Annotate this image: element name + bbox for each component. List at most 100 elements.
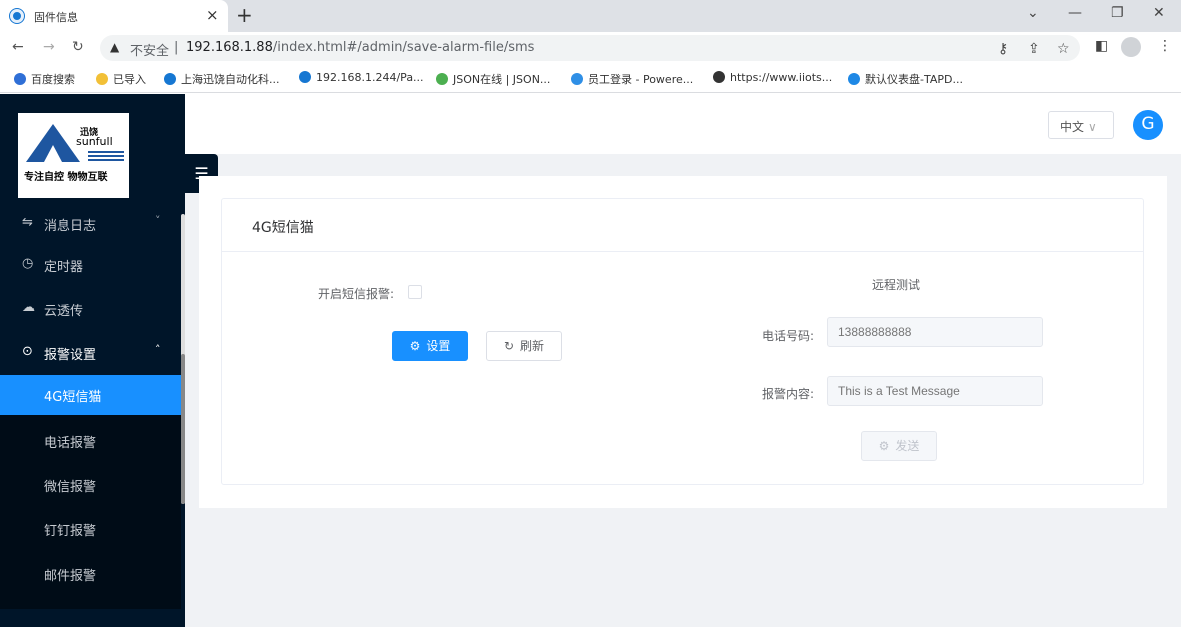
user-avatar[interactable]: G [1133,110,1163,140]
security-label[interactable]: 不安全 [130,40,169,59]
bookmark-label: JSON在线 | JSON... [453,73,551,86]
star-icon[interactable]: ☆ [1057,41,1070,57]
bookmark-label: 192.168.1.244/Pa... [316,71,424,84]
key-icon[interactable]: ⚷ [998,41,1008,57]
sidebar-item-label: 钉钉报警 [44,524,97,539]
sidebar-item-label: 云透传 [44,304,84,319]
back-arrow-icon[interactable]: ← [12,39,24,55]
bookmark-label: 百度搜索 [31,73,75,86]
tab-close-icon[interactable]: × [206,6,219,24]
minimize-button[interactable]: — [1068,5,1082,21]
refresh-button[interactable]: ↻ 刷新 [486,331,562,361]
refresh-button-label: 刷新 [520,339,545,353]
logo-triangle-inner [44,145,62,162]
chat-icon: ⊙ [22,344,33,359]
bookmark-favicon-icon [164,73,176,85]
sidebar-item-label: 电话报警 [44,436,97,451]
sidebar-item-message-log[interactable]: ⇋ 消息日志 ˅ [0,202,181,246]
remote-test-title: 远程测试 [872,278,921,292]
bookmark-favicon-icon [299,71,311,83]
url-text[interactable]: 192.168.1.88/index.html#/admin/save-alar… [186,40,534,55]
swap-icon: ⇋ [22,215,33,230]
bookmark-label: 上海迅饶自动化科... [181,73,280,86]
site-favicon-icon [10,9,24,23]
bookmark-item[interactable]: 员工登录 - Powere... [571,71,693,87]
bookmark-item[interactable]: 默认仪表盘-TAPD... [848,71,963,87]
card-header: 4G短信猫 [222,199,1143,252]
card-title: 4G短信猫 [252,220,314,236]
sidebar-item-label: 邮件报警 [44,569,97,584]
logo-stripes [88,151,124,163]
content-label: 报警内容: [762,387,815,401]
tab-search-icon[interactable]: ⌄ [1027,5,1039,21]
chevron-down-icon: ∨ [1088,120,1097,134]
enable-sms-label: 开启短信报警: [318,287,395,301]
bookmark-favicon-icon [436,73,448,85]
gear-icon: ⚙ [878,439,890,453]
new-tab-button[interactable]: + [236,3,253,27]
send-button[interactable]: ⚙ 发送 [861,431,937,461]
chevron-down-icon: ˅ [155,214,161,227]
top-header: 中文 ∨ G [185,94,1181,154]
chevron-up-icon: ˄ [155,343,161,356]
bookmark-item[interactable]: 192.168.1.244/Pa... [299,71,424,84]
sidebar-item-alarm-settings[interactable]: ⊙ 报警设置 ˄ [0,331,181,375]
bookmark-item[interactable]: JSON在线 | JSON... [436,71,550,87]
company-logo: 迅饶 sunfull 专注自控 物物互联 [18,113,129,198]
sidebar-item-phone-alarm[interactable]: 电话报警 [0,419,181,463]
warning-icon: ▲ [110,40,120,54]
sidebar-item-label: 定时器 [44,260,84,275]
send-button-label: 发送 [895,439,920,453]
bookmark-item[interactable]: 上海迅饶自动化科... [164,71,280,87]
refresh-icon: ↻ [503,339,515,353]
sidebar-item-cloud-passthrough[interactable]: ☁ 云透传 [0,287,181,331]
phone-input[interactable] [827,317,1043,347]
sidebar-item-label: 微信报警 [44,480,97,495]
profile-icon[interactable] [1121,37,1141,57]
browser-toolbar: ← → ↻ ▲ 不安全 | 192.168.1.88/index.html#/a… [0,32,1181,63]
url-path: /index.html#/admin/save-alarm-file/sms [272,40,535,55]
sidebar-item-wechat-alarm[interactable]: 微信报警 [0,463,181,507]
bookmark-item[interactable]: https://www.iiots... [713,71,832,84]
enable-sms-checkbox[interactable] [408,285,422,299]
settings-button[interactable]: ⚙ 设置 [392,331,468,361]
bookmark-item[interactable]: 已导入 [96,71,146,87]
close-window-button[interactable]: ✕ [1153,5,1165,21]
bookmark-favicon-icon [14,73,26,85]
bookmark-item[interactable]: 百度搜索 [14,71,75,87]
sidebar-item-timer[interactable]: ◷ 定时器 [0,243,181,287]
forward-arrow-icon[interactable]: → [43,39,55,55]
menu-dots-icon[interactable]: ⋮ [1158,38,1172,54]
share-icon[interactable]: ⇪ [1028,41,1040,57]
bookmark-favicon-icon [571,73,583,85]
bookmark-favicon-icon [713,71,725,83]
sidebar-item-label: 报警设置 [44,348,97,363]
browser-tab[interactable]: 固件信息 × [0,0,228,32]
restore-button[interactable]: ❐ [1111,5,1124,21]
gear-icon: ⚙ [409,339,421,353]
alarm-content-input[interactable] [827,376,1043,406]
reload-icon[interactable]: ↻ [72,39,84,55]
bookmark-label: 默认仪表盘-TAPD... [865,73,963,86]
language-value: 中文 [1060,120,1085,134]
clock-icon: ◷ [22,256,34,271]
sidebar-item-4g-sms[interactable]: 4G短信猫 [0,375,181,415]
bookmark-favicon-icon [96,73,108,85]
bookmark-label: https://www.iiots... [730,71,833,84]
sidebar-item-dingtalk-alarm[interactable]: 钉钉报警 [0,507,181,551]
browser-tabstrip: 固件信息 × + ⌄ — ❐ ✕ [0,0,1181,32]
address-bar[interactable]: ▲ 不安全 | 192.168.1.88/index.html#/admin/s… [100,35,1080,61]
bookmark-label: 员工登录 - Powere... [588,73,694,86]
side-panel-icon[interactable]: ◧ [1095,38,1108,54]
sidebar-item-label: 4G短信猫 [44,390,102,405]
logo-slogan: 专注自控 物物互联 [24,172,108,183]
sidebar-item-email-alarm[interactable]: 邮件报警 [0,552,181,596]
phone-label: 电话号码: [762,329,815,343]
settings-button-label: 设置 [426,339,451,353]
bookmark-label: 已导入 [113,73,146,86]
sms-card: 4G短信猫 开启短信报警: ⚙ 设置 ↻ 刷新 远程测试 电话号码: 报警内容: ⚙… [221,198,1144,485]
bookmarks-bar: 百度搜索 已导入 上海迅饶自动化科... 192.168.1.244/Pa... JSO… [0,63,1181,93]
sidebar-item-label: 消息日志 [44,219,97,234]
cloud-icon: ☁ [22,300,35,315]
language-select[interactable]: 中文 ∨ [1048,111,1114,139]
